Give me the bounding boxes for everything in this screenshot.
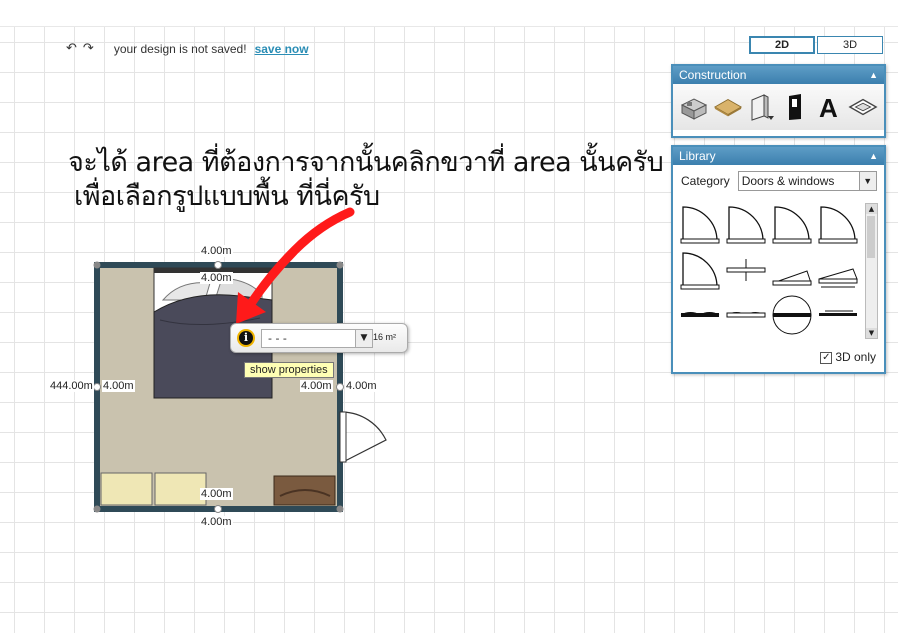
annotation-line-2: เพื่อเลือกรูปแบบพื้น ที่นี่ครับ	[74, 181, 380, 212]
floor-icon[interactable]	[713, 92, 743, 122]
show-3d-only-label: 3D only	[835, 350, 876, 364]
floor-style-select[interactable]: - - - ▼	[261, 329, 373, 348]
view-3d-button[interactable]: 3D	[817, 36, 883, 54]
library-panel: Library ▲ Category Doors & windows ▼ ▲ ▼…	[671, 145, 886, 374]
room-context-popup: i - - - ▼ 16 m²	[230, 323, 408, 353]
category-value: Doors & windows	[741, 174, 835, 188]
dimension-right-inner: 4.00m	[300, 380, 333, 392]
window-slanted-icon[interactable]	[817, 249, 859, 291]
chevron-down-icon[interactable]: ▼	[355, 330, 372, 347]
wall-icon[interactable]	[747, 92, 777, 122]
sliding-door-icon[interactable]	[817, 295, 859, 337]
swing-door-icon[interactable]	[771, 295, 813, 337]
dimension-bottom-inner: 4.00m	[200, 488, 233, 500]
chevron-down-icon[interactable]: ▼	[858, 172, 876, 190]
library-panel-title: Library	[679, 149, 716, 163]
construction-panel-title: Construction	[679, 68, 747, 82]
dimension-left-outer: 444.00m	[49, 380, 94, 392]
undo-icon[interactable]: ↶	[66, 41, 77, 56]
library-items-grid	[679, 203, 863, 337]
red-arrow-icon	[236, 207, 355, 324]
view-mode-toggle: 2D 3D	[749, 36, 883, 54]
window-cross-icon[interactable]	[725, 249, 767, 291]
room-icon[interactable]	[679, 92, 709, 122]
svg-text:A: A	[819, 93, 838, 121]
construction-panel-header[interactable]: Construction ▲	[673, 66, 884, 84]
show-properties-tooltip: show properties	[244, 362, 334, 378]
double-door-icon[interactable]	[679, 295, 721, 337]
construction-tools: A	[673, 84, 884, 130]
scroll-down-icon[interactable]: ▼	[866, 328, 877, 338]
door-single-icon[interactable]	[679, 249, 721, 291]
door-symbol	[339, 411, 387, 463]
door-left-icon[interactable]	[679, 203, 721, 245]
top-bar	[0, 0, 898, 27]
redo-icon[interactable]: ↷	[83, 41, 94, 56]
scroll-thumb[interactable]	[867, 216, 875, 258]
checkbox-checked-icon[interactable]: ✓	[820, 351, 833, 364]
info-icon[interactable]: i	[237, 329, 255, 347]
library-scrollbar[interactable]: ▲ ▼	[865, 203, 878, 339]
view-2d-button[interactable]: 2D	[749, 36, 815, 54]
construction-panel: Construction ▲ A	[671, 64, 886, 138]
dimension-right-outer: 4.00m	[345, 380, 378, 392]
nightstand-left	[100, 472, 153, 506]
category-select[interactable]: Doors & windows ▼	[737, 171, 877, 191]
surface-icon[interactable]	[848, 92, 878, 122]
category-label: Category	[681, 174, 730, 188]
dresser	[273, 475, 336, 506]
room-area: 16 m²	[373, 332, 397, 342]
category-row: Category Doors & windows ▼	[673, 165, 884, 195]
dimension-bottom-outer: 4.00m	[200, 516, 233, 528]
door-left-icon[interactable]	[817, 203, 859, 245]
save-now-link[interactable]: save now	[255, 42, 309, 56]
show-3d-only-checkbox[interactable]: ✓ 3D only	[820, 350, 876, 364]
nightstand-right	[154, 472, 207, 506]
save-status-message: your design is not saved!	[113, 41, 247, 56]
door-icon[interactable]	[780, 92, 810, 122]
undo-redo-bar: ↶ ↷ your design is not saved! save now	[66, 41, 309, 56]
library-panel-header[interactable]: Library ▲	[673, 147, 884, 165]
scroll-up-icon[interactable]: ▲	[866, 204, 877, 214]
door-left-icon[interactable]	[725, 203, 767, 245]
floor-style-value: - - -	[268, 332, 287, 345]
dimension-top-outer: 4.00m	[200, 245, 233, 257]
double-door-icon[interactable]	[725, 295, 767, 337]
collapse-icon[interactable]: ▲	[869, 147, 878, 165]
collapse-icon[interactable]: ▲	[869, 66, 878, 84]
dimension-top-inner: 4.00m	[200, 272, 233, 284]
window-slanted-icon[interactable]	[771, 249, 813, 291]
text-icon[interactable]: A	[814, 92, 844, 122]
dimension-left-prefix: 44	[50, 380, 63, 392]
door-left-icon[interactable]	[771, 203, 813, 245]
dimension-left-inner: 4.00m	[102, 380, 135, 392]
